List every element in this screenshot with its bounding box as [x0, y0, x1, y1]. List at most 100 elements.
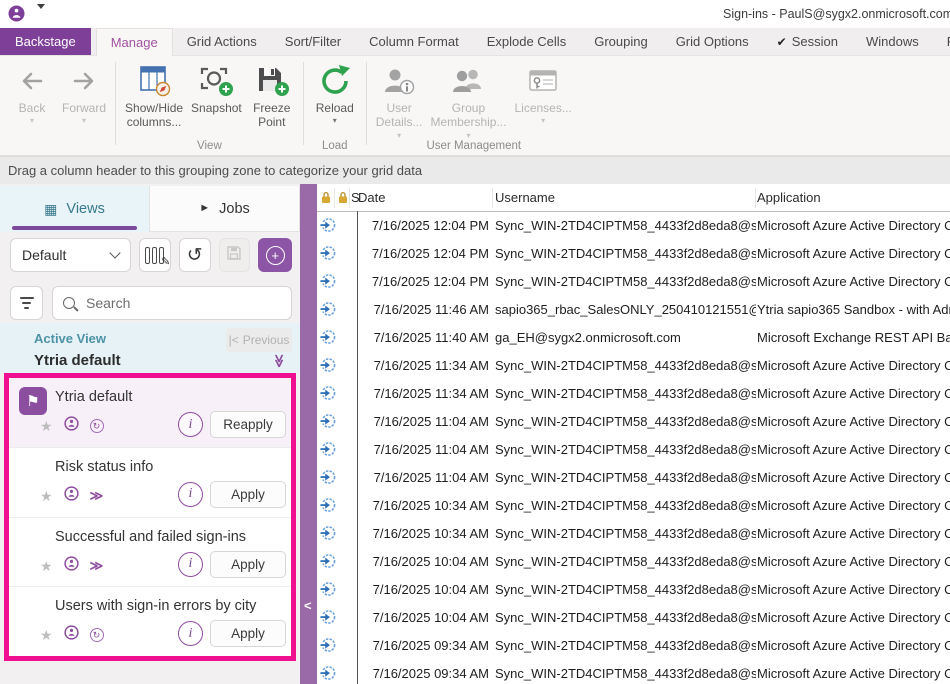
customize-toolbar-icon[interactable] [36, 9, 47, 19]
view-group-select[interactable]: Default [10, 238, 131, 272]
info-button[interactable]: i [178, 412, 203, 437]
grid-row[interactable]: 7/16/2025 12:04 PMSync_WIN-2TD4CIPTM58_4… [317, 211, 950, 239]
sign-in-icon [320, 329, 336, 345]
cell-username: Sync_WIN-2TD4CIPTM58_4433f2d8eda8@syg [495, 414, 756, 429]
tab-grid-options[interactable]: Grid Options [662, 28, 763, 55]
tab-session[interactable]: ✔Session [763, 28, 852, 55]
view-card-users-with-sign-in-errors-by-city[interactable]: Users with sign-in errors by city★↻iAppl… [9, 586, 291, 656]
grid-row[interactable]: 7/16/2025 11:04 AMSync_WIN-2TD4CIPTM58_4… [317, 435, 950, 463]
grid-row[interactable]: 7/16/2025 11:34 AMSync_WIN-2TD4CIPTM58_4… [317, 379, 950, 407]
grid-row[interactable]: 7/16/2025 10:04 AMSync_WIN-2TD4CIPTM58_4… [317, 575, 950, 603]
reload-button[interactable]: Reload▾ [309, 58, 361, 125]
info-button[interactable]: i [178, 621, 203, 646]
tab-views[interactable]: ▦ Views [0, 186, 149, 232]
ytria-badge-icon [64, 486, 79, 506]
tab-jobs[interactable]: ► Jobs [149, 186, 300, 232]
views-search-row [10, 286, 292, 320]
grid-row[interactable]: 7/16/2025 09:34 AMSync_WIN-2TD4CIPTM58_4… [317, 631, 950, 659]
snapshot-button[interactable]: Snapshot [187, 58, 246, 115]
tab-feedback[interactable]: Feedback [933, 28, 950, 55]
view-card-successful-and-failed-sign-ins[interactable]: Successful and failed sign-ins★≫iApply [9, 517, 291, 587]
grid-row[interactable]: 7/16/2025 10:34 AMSync_WIN-2TD4CIPTM58_4… [317, 519, 950, 547]
tab-grid-actions[interactable]: Grid Actions [173, 28, 271, 55]
title-bar: Sign-ins - PaulS@sygx2.onmicrosoft.com (… [0, 0, 950, 28]
favorite-star-icon[interactable]: ★ [40, 559, 53, 573]
apply-button[interactable]: Apply [210, 551, 286, 578]
panel-splitter[interactable]: < [300, 184, 317, 684]
freeze-point-button[interactable]: Freeze Point [246, 58, 298, 130]
tab-column-format[interactable]: Column Format [355, 28, 473, 55]
grid-row[interactable]: 7/16/2025 11:34 AMSync_WIN-2TD4CIPTM58_4… [317, 351, 950, 379]
view-card-ytria-default[interactable]: ⚑Ytria default★↻iReapply [9, 378, 291, 447]
group-membership-button[interactable]: Group Membership...▾ [426, 58, 510, 140]
tab-manage[interactable]: Manage [96, 28, 173, 56]
ribbon-group-user-management: User Details...▾Group Membership...▾Lice… [370, 58, 578, 153]
group-label: View [119, 140, 300, 152]
licenses-button[interactable]: Licenses...▾ [510, 58, 575, 125]
info-button[interactable]: i [178, 552, 203, 577]
grid-row[interactable]: 7/16/2025 09:34 AMSync_WIN-2TD4CIPTM58_4… [317, 659, 950, 684]
grid-row[interactable]: 7/16/2025 10:04 AMSync_WIN-2TD4CIPTM58_4… [317, 547, 950, 575]
favorite-star-icon[interactable]: ★ [40, 489, 53, 503]
tab-windows[interactable]: Windows [852, 28, 933, 55]
ribbon-tab-bar: BackstageManageGrid ActionsSort/FilterCo… [0, 28, 950, 56]
filter-button[interactable] [10, 286, 43, 320]
info-button[interactable]: i [178, 482, 203, 507]
grid-row[interactable]: 7/16/2025 11:04 AMSync_WIN-2TD4CIPTM58_4… [317, 407, 950, 435]
grid-row[interactable]: 7/16/2025 10:34 AMSync_WIN-2TD4CIPTM58_4… [317, 491, 950, 519]
sign-in-icon [320, 469, 336, 485]
previous-view-button[interactable]: |<Previous [226, 328, 292, 352]
grid-row[interactable]: 7/16/2025 12:04 PMSync_WIN-2TD4CIPTM58_4… [317, 267, 950, 295]
tab-sort-filter[interactable]: Sort/Filter [271, 28, 355, 55]
cell-username: Sync_WIN-2TD4CIPTM58_4433f2d8eda8@syg [495, 554, 756, 569]
sapio365-window: Sign-ins - PaulS@sygx2.onmicrosoft.com (… [0, 0, 950, 684]
edit-views-button[interactable]: ✎ [139, 238, 171, 272]
dropdown-caret-icon: ▾ [333, 117, 337, 125]
back-button[interactable]: Back▾ [6, 58, 58, 125]
grid-body: 7/16/2025 12:04 PMSync_WIN-2TD4CIPTM58_4… [317, 211, 950, 684]
check-icon: ✔ [777, 35, 787, 49]
collapse-panel-icon[interactable]: < [304, 598, 312, 613]
cell-application: Microsoft Azure Active Directory Co [757, 414, 950, 429]
undo-icon: ↺ [187, 246, 203, 265]
sign-ins-grid: S Date Username Application 7/16/2025 12… [317, 184, 950, 684]
view-card-risk-status-info[interactable]: Risk status info★≫iApply [9, 447, 291, 517]
views-list: ⚑Ytria default★↻iReapplyRisk status info… [9, 378, 291, 656]
cell-username: Sync_WIN-2TD4CIPTM58_4433f2d8eda8@syg [495, 498, 756, 513]
apply-button[interactable]: Apply [210, 481, 286, 508]
sign-in-icon [320, 609, 336, 625]
search-input[interactable] [84, 294, 281, 312]
tab-backstage[interactable]: Backstage [0, 28, 91, 55]
ribbon-group-nav: Back▾Forward▾ [4, 58, 112, 153]
favorite-star-icon[interactable]: ★ [40, 419, 53, 433]
ribbon-content: Back▾Forward▾Show/Hide columns...Snapsho… [0, 56, 950, 156]
apply-button[interactable]: Apply [210, 620, 286, 647]
show-hide-columns-button[interactable]: Show/Hide columns... [121, 58, 187, 130]
grid-row[interactable]: 7/16/2025 10:04 AMSync_WIN-2TD4CIPTM58_4… [317, 603, 950, 631]
tab-views-label: Views [66, 201, 104, 217]
tab-grouping[interactable]: Grouping [580, 28, 661, 55]
frozen-column-divider[interactable] [357, 211, 358, 684]
cell-application: Microsoft Azure Active Directory Co [757, 582, 950, 597]
column-header-application[interactable]: Application [757, 190, 821, 205]
jobs-play-icon: ► [199, 203, 210, 214]
reapply-button[interactable]: Reapply [210, 411, 286, 438]
grouping-zone[interactable]: Drag a column header to this grouping zo… [0, 156, 950, 184]
plus-circle-icon: + [266, 246, 285, 265]
column-header-date[interactable]: Date [358, 190, 385, 205]
collapse-section-icon[interactable]: ≫ [271, 354, 287, 368]
forward-button[interactable]: Forward▾ [58, 58, 110, 125]
undo-button[interactable]: ↺ [179, 238, 211, 272]
grid-row[interactable]: 7/16/2025 11:04 AMSync_WIN-2TD4CIPTM58_4… [317, 463, 950, 491]
grid-row[interactable]: 7/16/2025 11:46 AMsapio365_rbac_SalesONL… [317, 295, 950, 323]
tab-explode-cells[interactable]: Explode Cells [473, 28, 581, 55]
user-details-button[interactable]: User Details...▾ [372, 58, 427, 140]
grid-row[interactable]: 7/16/2025 11:40 AMga_EH@sygx2.onmicrosof… [317, 323, 950, 351]
save-view-button[interactable] [219, 238, 251, 272]
add-view-button[interactable]: + [258, 238, 292, 272]
view-name: Risk status info [55, 459, 153, 475]
view-name: Users with sign-in errors by city [55, 598, 256, 614]
grid-row[interactable]: 7/16/2025 12:04 PMSync_WIN-2TD4CIPTM58_4… [317, 239, 950, 267]
column-header-username[interactable]: Username [495, 190, 555, 205]
favorite-star-icon[interactable]: ★ [40, 628, 53, 642]
